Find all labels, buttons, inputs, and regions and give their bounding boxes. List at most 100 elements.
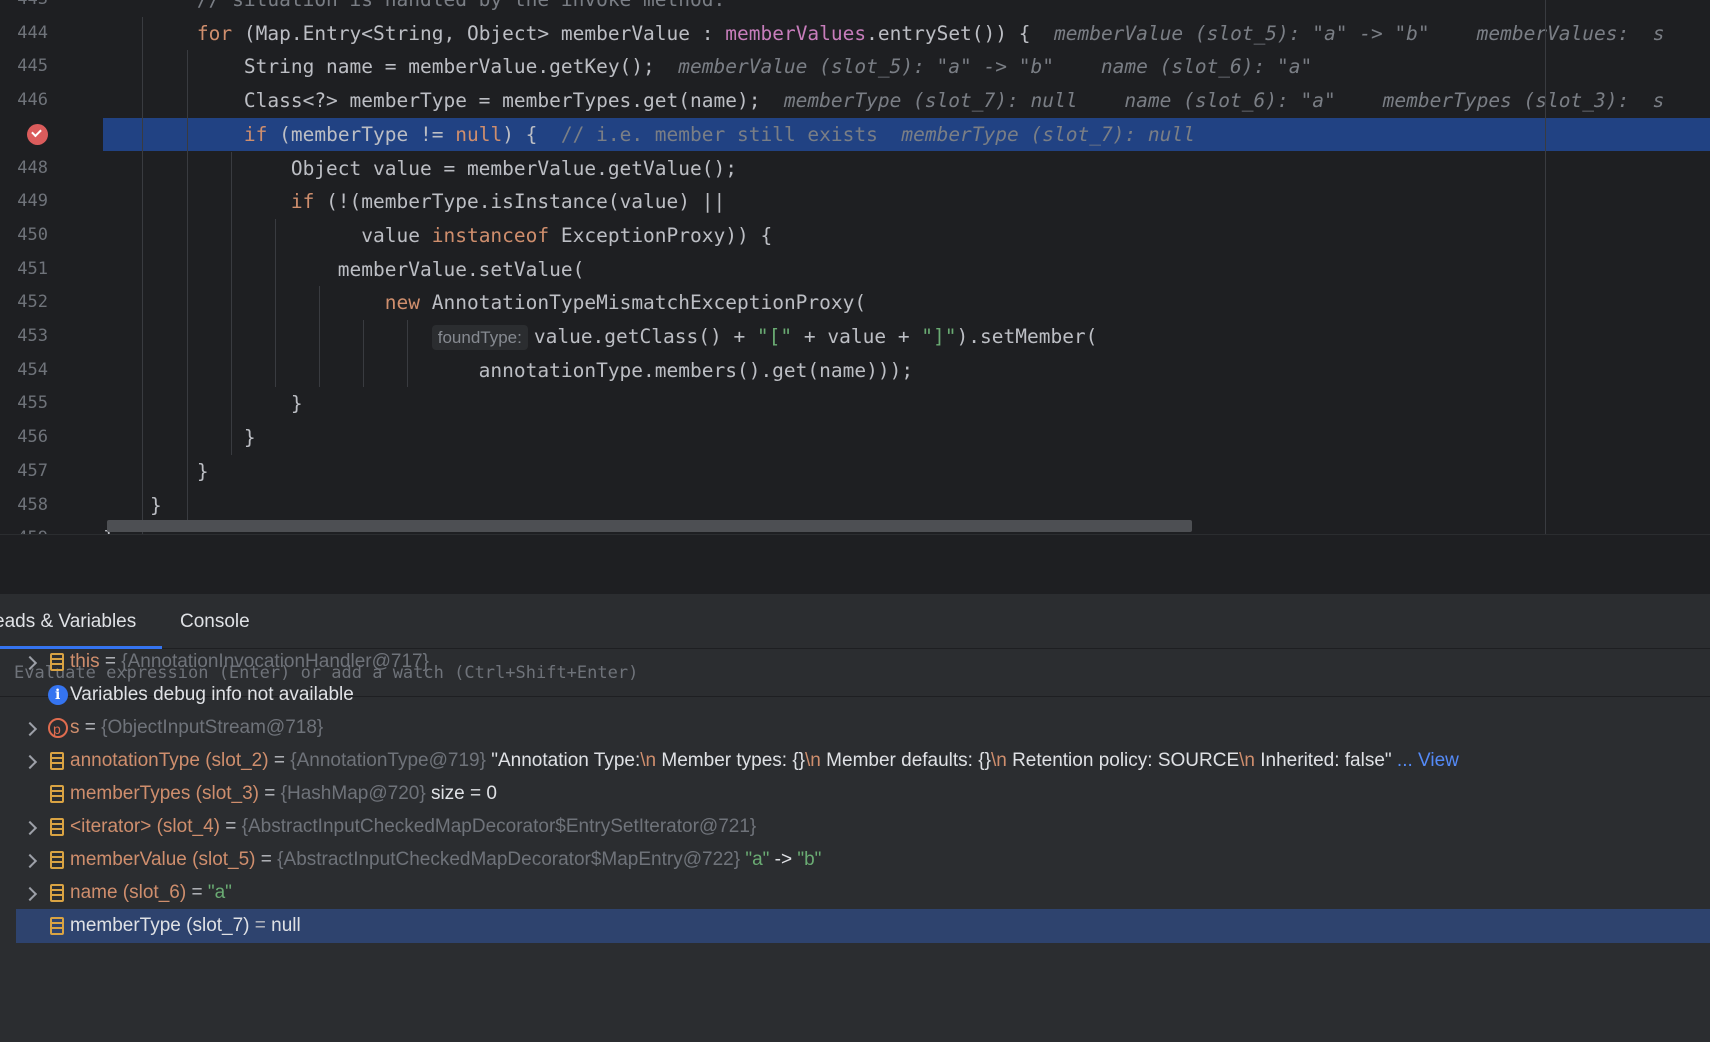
right-margin-guide [1545,0,1546,534]
chevron-right-icon[interactable] [23,876,37,910]
inline-debug-value: memberValue (slot_5): "a" -> "b" name (s… [678,55,1313,79]
code-line[interactable]: // situation is handled by the invoke me… [103,0,725,16]
variable-value: = [249,915,272,936]
code-token: if [243,122,268,146]
variable-row[interactable]: name (slot_6) = "a" [16,876,1710,910]
code-line[interactable]: memberValue.setValue( [103,253,585,286]
variable-text: Variables debug info not available [70,678,354,712]
tab-console[interactable]: Console [180,594,250,649]
variable-name: Variables debug info not available [70,684,354,705]
chevron-right-icon[interactable] [23,843,37,877]
line-number[interactable]: 452 [0,292,48,312]
code-token: } [103,493,162,517]
variable-name: name (slot_6) [70,882,187,903]
code-token: value.getClass() + [533,325,757,348]
line-number[interactable]: 457 [0,461,48,481]
view-link[interactable]: ... View [1397,750,1459,771]
line-number[interactable]: 455 [0,393,48,413]
chevron-right-icon[interactable] [23,744,37,778]
variable-value: {AbstractInputCheckedMapDecorator$MapEnt… [277,849,746,870]
variable-name: s [70,717,80,738]
code-token: (Map.Entry<String, Object> memberValue : [232,21,726,45]
line-number[interactable]: 454 [0,360,48,380]
variable-text: annotationType (slot_2) = {AnnotationTyp… [70,744,1459,778]
code-line[interactable]: if (!(memberType.isInstance(value) || [103,185,725,218]
code-line[interactable]: } [103,421,256,454]
tab-threads-variables[interactable]: eads & Variables [0,594,162,649]
code-editor[interactable]: 443 444 445 446 448 449 450 451 452 453 454 455 456 4… [0,0,1710,534]
variable-value: \n [805,750,821,771]
code-line[interactable]: String name = memberValue.getKey(); memb… [103,50,1312,83]
code-line[interactable]: if (memberType != null) { // i.e. member… [103,118,1195,151]
code-token: ) { [502,122,561,146]
variable-row[interactable]: this = {AnnotationInvocationHandler@717} [16,645,1710,679]
code-token: memberValue.setValue( [103,257,585,281]
line-number[interactable]: 444 [0,23,48,43]
code-line[interactable]: for (Map.Entry<String, Object> memberVal… [103,17,1665,50]
code-token: "[" [756,325,793,348]
code-token: (memberType != [267,122,456,146]
variable-value: size = 0 [430,783,497,804]
code-line[interactable]: Object value = memberValue.getValue(); [103,152,737,185]
variable-text: memberTypes (slot_3) = {HashMap@720} siz… [70,777,497,811]
code-token: ExceptionProxy)) { [549,223,773,247]
variable-row[interactable]: annotationType (slot_2) = {AnnotationTyp… [16,744,1710,778]
code-line[interactable]: } [103,387,303,420]
chevron-right-icon[interactable] [23,645,37,679]
line-number[interactable]: 458 [0,495,48,515]
line-number[interactable]: 449 [0,191,48,211]
line-number[interactable]: 450 [0,225,48,245]
variable-name: memberValue (slot_5) [70,849,256,870]
code-token: + value + [792,325,922,348]
line-number[interactable]: 453 [0,326,48,346]
variable-name: annotationType (slot_2) [70,750,269,771]
debug-tabs: eads & Variables Console [0,594,1710,649]
variable-row[interactable]: Variables debug info not available [16,678,1710,712]
variable-value: Inherited: false" [1254,750,1397,771]
code-token: if [290,190,315,214]
line-number[interactable]: 456 [0,427,48,447]
parameter-hint: foundType: [431,325,528,350]
code-token: String name = memberValue.getKey(); [103,55,679,79]
variable-row[interactable]: <iterator> (slot_4) = {AbstractInputChec… [16,810,1710,844]
chevron-right-icon[interactable] [23,810,37,844]
code-line[interactable]: annotationType.members().get(name))); [103,354,913,387]
line-number[interactable]: 448 [0,158,48,178]
code-token: "]" [921,325,957,348]
info-icon [48,678,68,712]
chevron-right-icon[interactable] [23,711,37,745]
code-area[interactable]: // situation is handled by the invoke me… [103,0,1710,534]
line-number[interactable]: 451 [0,259,48,279]
field-icon [50,917,64,935]
variable-value: = [186,882,208,903]
line-number[interactable]: 443 [0,0,48,9]
variable-row[interactable]: memberType (slot_7) = null [16,909,1710,943]
variable-row[interactable]: memberTypes (slot_3) = {HashMap@720} siz… [16,777,1710,811]
variable-value: Member types: {} [656,750,806,771]
variable-value: {ObjectInputStream@718} [101,717,324,738]
variable-row[interactable]: memberValue (slot_5) = {AbstractInputChe… [16,843,1710,877]
variable-text: s = {ObjectInputStream@718} [70,711,323,745]
code-line[interactable]: value instanceof ExceptionProxy)) { [103,219,772,252]
code-line[interactable]: Class<?> memberType = memberTypes.get(na… [103,84,1665,117]
variable-value: = [268,750,291,771]
code-line[interactable]: } [103,489,162,522]
code-line[interactable]: } [103,455,209,488]
variable-value: "a" [745,849,770,870]
horizontal-scrollbar[interactable] [107,520,1192,532]
code-token: // situation is handled by the invoke me… [103,0,725,11]
code-line[interactable]: foundType: value.getClass() + "[" + value… [103,320,1097,353]
variable-value: {AbstractInputCheckedMapDecorator$EntryS… [241,816,757,837]
code-line[interactable]: new AnnotationTypeMismatchExceptionProxy… [103,286,866,319]
code-token: value [103,223,432,247]
code-token: // i.e. member still exists [560,122,902,146]
variable-row[interactable]: s = {ObjectInputStream@718} [16,711,1710,746]
editor-gutter[interactable]: 443 444 445 446 448 449 450 451 452 453 454 455 456 4… [0,0,103,534]
variable-name: <iterator> (slot_4) [70,816,220,837]
debug-toolbar-area [0,534,1710,594]
breakpoint-icon[interactable] [27,123,48,145]
line-number[interactable]: 446 [0,90,48,110]
line-number[interactable]: 445 [0,56,48,76]
